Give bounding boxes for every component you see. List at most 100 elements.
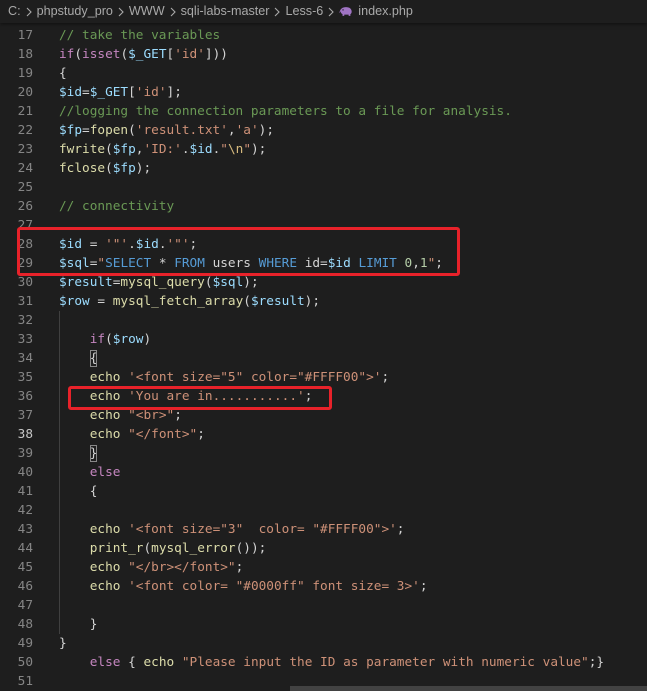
chevron-right-icon [25, 0, 33, 23]
line-number-gutter: 17 18 19 20 21 22 23 24 25 26 27 28 29 30 31 32 33 34 35 36… [0, 26, 33, 691]
code-line[interactable]: echo '<font color= "#0000ff" font size= … [59, 577, 647, 596]
code-line[interactable]: echo '<font size="3" color= "#FFFF00">'; [59, 520, 647, 539]
horizontal-scrollbar-thumb[interactable] [290, 686, 647, 691]
code-line[interactable] [59, 311, 647, 330]
token-keyword: if [59, 47, 75, 62]
line-number: 32 [17, 313, 33, 328]
code-area[interactable]: // take the variables if(isset($_GET['id'… [59, 26, 647, 691]
token-plain: = [89, 294, 113, 309]
token-plain: ])) [204, 47, 228, 62]
code-line[interactable]: print_r(mysql_error()); [59, 539, 647, 558]
token-comment: //logging the connection parameters to a… [59, 104, 512, 119]
token-function: echo [89, 522, 121, 537]
token-function: print_r [89, 541, 144, 556]
token-plain: ]; [166, 85, 182, 100]
code-line[interactable]: { [59, 64, 647, 83]
token-plain: ()); [235, 541, 267, 556]
token-plain: } [59, 636, 67, 651]
token-function: echo [89, 579, 121, 594]
code-line[interactable]: if(isset($_GET['id'])) [59, 45, 647, 64]
token-function: echo [89, 427, 121, 442]
code-line[interactable] [59, 501, 647, 520]
code-line[interactable]: $fp=fopen('result.txt','a'); [59, 121, 647, 140]
token-variable: $result [250, 294, 305, 309]
chevron-right-icon [117, 0, 125, 23]
token-plain: } [89, 617, 98, 632]
token-plain: ); [258, 123, 274, 138]
token-string: 'id' [135, 85, 167, 100]
line-number: 20 [17, 85, 33, 100]
token-function: fopen [89, 123, 129, 138]
code-line[interactable]: else { echo "Please input the ID as para… [59, 653, 647, 672]
code-line[interactable]: else [59, 463, 647, 482]
token-plain: ; [174, 408, 182, 423]
token-variable: $row [59, 294, 90, 309]
line-number: 45 [17, 560, 33, 575]
line-number: 17 [17, 28, 33, 43]
token-string: " [243, 142, 251, 157]
code-line[interactable]: } [59, 634, 647, 653]
token-keyword: else [89, 465, 121, 480]
line-number: 25 [17, 180, 33, 195]
chevron-right-icon [169, 0, 177, 23]
code-line[interactable]: echo "</font>"; [59, 425, 647, 444]
line-number: 40 [17, 465, 33, 480]
token-string: '<font color= "#0000ff" font size= 3>' [128, 579, 420, 594]
line-number: 37 [17, 408, 33, 423]
code-line[interactable]: fclose($fp); [59, 159, 647, 178]
code-line[interactable] [59, 596, 647, 615]
token-string: "<br>" [128, 408, 175, 423]
token-plain: { [120, 655, 144, 670]
line-number: 31 [17, 294, 33, 309]
chevron-right-icon [273, 0, 281, 23]
code-line[interactable]: } [59, 615, 647, 634]
token-function: echo [143, 655, 175, 670]
breadcrumb-item-file[interactable]: index.php [339, 0, 413, 23]
code-line[interactable]: echo '<font size="5" color="#FFFF00">'; [59, 368, 647, 387]
php-file-icon [339, 6, 353, 17]
token-function: mysql_fetch_array [112, 294, 244, 309]
token-plain: ); [135, 161, 152, 176]
code-line[interactable]: if($row) [59, 330, 647, 349]
breadcrumb-item-phpstudy-pro[interactable]: phpstudy_pro [37, 0, 113, 23]
code-line[interactable]: $id=$_GET['id']; [59, 83, 647, 102]
token-plain: ); [304, 294, 321, 309]
token-escape: \n [227, 142, 244, 157]
token-variable: $id [59, 85, 83, 100]
breadcrumb-item-www[interactable]: WWW [129, 0, 165, 23]
code-line[interactable] [59, 178, 647, 197]
token-string: 'result.txt' [135, 123, 228, 138]
code-editor[interactable]: 17 18 19 20 21 22 23 24 25 26 27 28 29 30 31 32 33 34 35 36… [0, 26, 647, 691]
code-line[interactable]: echo "</br></font>"; [59, 558, 647, 577]
code-line[interactable]: { [59, 349, 647, 368]
chevron-right-icon [327, 0, 335, 23]
token-plain: ( [128, 123, 136, 138]
breadcrumb-item-less-6[interactable]: Less-6 [285, 0, 323, 23]
code-line[interactable]: //logging the connection parameters to a… [59, 102, 647, 121]
code-line[interactable]: { [59, 482, 647, 501]
breadcrumb-item-drive[interactable]: C: [8, 0, 21, 23]
code-line[interactable]: // connectivity [59, 197, 647, 216]
code-line[interactable]: } [59, 444, 647, 463]
token-variable: $fp [112, 161, 136, 176]
token-plain: . [181, 142, 190, 157]
token-variable: $fp [59, 123, 83, 138]
code-line[interactable]: // take the variables [59, 26, 647, 45]
token-plain: ;} [588, 655, 605, 670]
breadcrumb: C: phpstudy_pro WWW sqli-labs-master Les… [0, 0, 647, 23]
code-line[interactable]: fwrite($fp,'ID:'.$id."\n"); [59, 140, 647, 159]
token-variable: $row [112, 332, 144, 347]
token-variable: $sql [212, 275, 244, 290]
breadcrumb-item-sqli-labs-master[interactable]: sqli-labs-master [181, 0, 270, 23]
code-line[interactable]: $row = mysql_fetch_array($result); [59, 292, 647, 311]
token-plain: ( [105, 332, 113, 347]
